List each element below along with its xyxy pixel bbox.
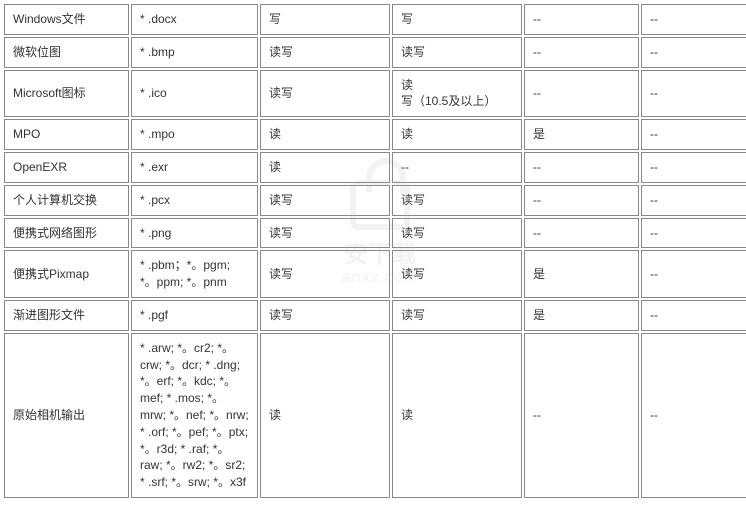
cell-c5: --: [641, 70, 746, 118]
format-table: Windows文件* .docx写写----微软位图* .bmp读写读写----…: [2, 2, 746, 500]
table-row: MPO* .mpo读读是--: [4, 119, 746, 150]
cell-c5: --: [641, 119, 746, 150]
cell-c2: 读: [260, 119, 390, 150]
table-row: Microsoft图标* .ico读写读写（10.5及以上）----: [4, 70, 746, 118]
cell-c3: 写: [392, 4, 522, 35]
cell-c1: * .bmp: [131, 37, 258, 68]
cell-c0: OpenEXR: [4, 152, 129, 183]
cell-c0: 渐进图形文件: [4, 300, 129, 331]
cell-c5: --: [641, 185, 746, 216]
cell-c4: 是: [524, 119, 639, 150]
cell-c1: * .png: [131, 218, 258, 249]
cell-c1: * .ico: [131, 70, 258, 118]
cell-c4: --: [524, 333, 639, 498]
cell-c1: * .docx: [131, 4, 258, 35]
cell-c0: 原始相机输出: [4, 333, 129, 498]
cell-c3: 读写: [392, 300, 522, 331]
cell-c5: --: [641, 152, 746, 183]
cell-c1: * .pbm；*。pgm; *。ppm; *。pnm: [131, 250, 258, 298]
cell-c2: 读: [260, 152, 390, 183]
cell-c4: --: [524, 4, 639, 35]
cell-c0: Windows文件: [4, 4, 129, 35]
table-row: 微软位图* .bmp读写读写----: [4, 37, 746, 68]
table-row: 渐进图形文件* .pgf读写读写是--: [4, 300, 746, 331]
cell-c2: 读写: [260, 250, 390, 298]
table-row: 便携式Pixmap* .pbm；*。pgm; *。ppm; *。pnm读写读写是…: [4, 250, 746, 298]
cell-c0: 便携式网络图形: [4, 218, 129, 249]
cell-c5: --: [641, 250, 746, 298]
cell-c3: 读写: [392, 218, 522, 249]
cell-c4: 是: [524, 300, 639, 331]
cell-c2: 读写: [260, 218, 390, 249]
cell-c0: 微软位图: [4, 37, 129, 68]
table-row: 个人计算机交换* .pcx读写读写----: [4, 185, 746, 216]
cell-c3: 读写: [392, 250, 522, 298]
cell-c2: 读: [260, 333, 390, 498]
cell-c4: --: [524, 218, 639, 249]
cell-c2: 读写: [260, 185, 390, 216]
cell-c5: --: [641, 333, 746, 498]
cell-c1: * .exr: [131, 152, 258, 183]
cell-c4: --: [524, 70, 639, 118]
cell-c1: * .pgf: [131, 300, 258, 331]
table-row: OpenEXR* .exr读------: [4, 152, 746, 183]
cell-c3: 读写: [392, 37, 522, 68]
cell-c4: --: [524, 152, 639, 183]
cell-c4: --: [524, 185, 639, 216]
cell-c4: 是: [524, 250, 639, 298]
cell-c1: * .arw; *。cr2; *。crw; *。dcr; * .dng; *。e…: [131, 333, 258, 498]
cell-c3: 读写（10.5及以上）: [392, 70, 522, 118]
cell-c0: 便携式Pixmap: [4, 250, 129, 298]
cell-c2: 读写: [260, 70, 390, 118]
cell-c5: --: [641, 37, 746, 68]
cell-c3: --: [392, 152, 522, 183]
table-row: 便携式网络图形* .png读写读写----: [4, 218, 746, 249]
cell-c0: Microsoft图标: [4, 70, 129, 118]
cell-c2: 读写: [260, 37, 390, 68]
cell-c5: --: [641, 4, 746, 35]
cell-c4: --: [524, 37, 639, 68]
cell-c3: 读写: [392, 185, 522, 216]
cell-c2: 写: [260, 4, 390, 35]
cell-c2: 读写: [260, 300, 390, 331]
cell-c0: MPO: [4, 119, 129, 150]
table-row: Windows文件* .docx写写----: [4, 4, 746, 35]
cell-c3: 读: [392, 119, 522, 150]
cell-c5: --: [641, 300, 746, 331]
cell-c0: 个人计算机交换: [4, 185, 129, 216]
cell-c5: --: [641, 218, 746, 249]
cell-c3: 读: [392, 333, 522, 498]
cell-c1: * .pcx: [131, 185, 258, 216]
table-row: 原始相机输出* .arw; *。cr2; *。crw; *。dcr; * .dn…: [4, 333, 746, 498]
cell-c1: * .mpo: [131, 119, 258, 150]
